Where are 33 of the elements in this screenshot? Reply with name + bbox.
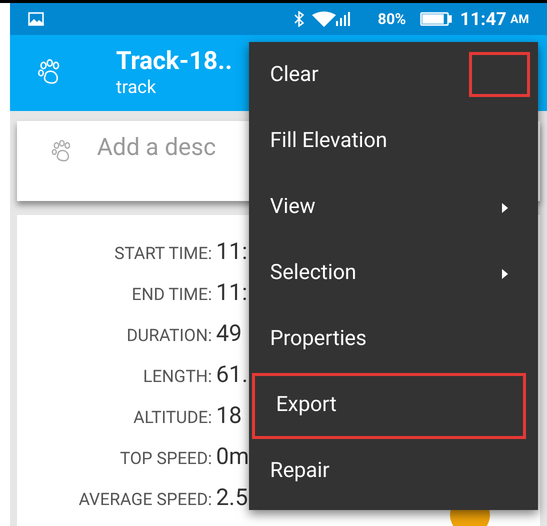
stat-value: 18 (216, 401, 242, 431)
battery-icon (420, 11, 452, 27)
menu-item[interactable]: Repair (249, 439, 538, 505)
stat-label: AVERAGE SPEED: (78, 489, 212, 512)
menu-item[interactable]: Clear (249, 43, 538, 109)
clock-time: 11:47 (460, 8, 506, 32)
submenu-arrow-icon (502, 203, 508, 213)
wifi-icon (312, 11, 336, 27)
bluetooth-icon (294, 11, 304, 27)
menu-item[interactable]: Export (252, 373, 526, 439)
menu-item[interactable]: Properties (249, 307, 538, 373)
stat-value: 11: (216, 237, 248, 267)
menu-item[interactable]: Fill Elevation (249, 109, 538, 175)
menu-item[interactable]: Selection (249, 241, 538, 307)
clock-meridiem: AM (510, 11, 529, 28)
stat-label: ALTITUDE: (132, 407, 212, 430)
stat-label: LENGTH: (142, 366, 212, 389)
stat-value: 2.5 (216, 483, 248, 513)
submenu-arrow-icon (502, 269, 508, 279)
stat-label: TOP SPEED: (119, 448, 212, 471)
track-title: Track-18.. (116, 47, 232, 77)
stat-value: 11: (216, 278, 248, 308)
track-subtitle: track (116, 77, 157, 99)
stat-value: 0m (216, 442, 250, 472)
stat-label: START TIME: (113, 243, 212, 266)
stat-value: 49 (216, 319, 242, 349)
signal-icon (336, 12, 350, 26)
menu-item[interactable]: View (249, 175, 538, 241)
image-icon (28, 12, 44, 26)
battery-percent: 80% (378, 8, 406, 30)
stat-label: DURATION: (126, 325, 212, 348)
stat-label: END TIME: (130, 284, 212, 307)
stat-value: 61. (216, 360, 248, 390)
